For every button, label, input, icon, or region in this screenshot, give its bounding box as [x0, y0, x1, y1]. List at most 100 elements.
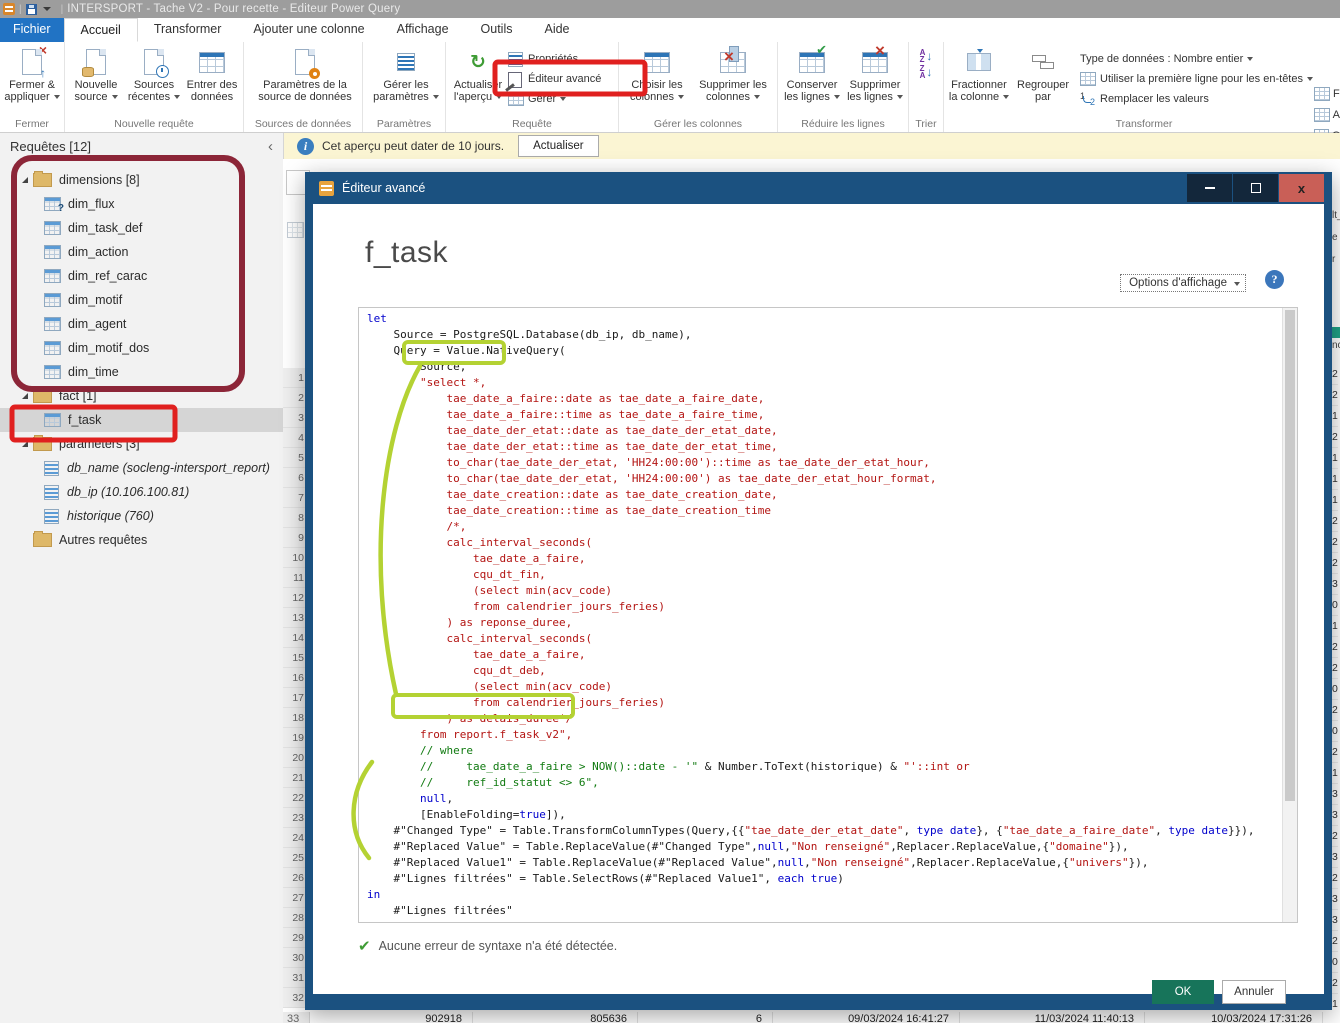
sidebar-item-label: dim_motif_dos	[68, 341, 149, 355]
scrollbar-thumb[interactable]	[1285, 310, 1295, 801]
keep-rows-button[interactable]: ✔ Conserver les lignes	[780, 45, 844, 103]
table-right-sliver: lt_ernc 22121112223012202021332323320213	[1332, 200, 1340, 1012]
enter-data-button[interactable]: Entrer des données	[183, 45, 241, 103]
save-icon[interactable]	[26, 4, 37, 15]
expanded-caret-icon[interactable]	[22, 177, 28, 183]
merge-queries-icon[interactable]	[1314, 87, 1330, 101]
sidebar-item-dim_motif[interactable]: dim_motif	[0, 288, 283, 312]
sidebar-item-dim_agent[interactable]: dim_agent	[0, 312, 283, 336]
close-button[interactable]: x	[1279, 174, 1324, 202]
append-queries-icon[interactable]	[1314, 108, 1330, 122]
choose-columns-button[interactable]: Choisir les colonnes	[621, 45, 693, 103]
sidebar-item-dim_task_def[interactable]: dim_task_def	[0, 216, 283, 240]
m-code-editor[interactable]: let Source = PostgreSQL.Database(db_ip, …	[358, 307, 1298, 923]
remove-columns-button[interactable]: × Supprimer les colonnes	[693, 45, 773, 103]
help-icon[interactable]: ?	[1265, 270, 1284, 289]
sidebar-item-dim_time[interactable]: dim_time	[0, 360, 283, 384]
sidebar-item-Autres[interactable]: Autres requêtes	[0, 528, 283, 552]
folder-icon	[33, 389, 52, 403]
sidebar-item-dim_action[interactable]: dim_action	[0, 240, 283, 264]
tab-aide[interactable]: Aide	[528, 18, 585, 42]
sidebar-item-f_task[interactable]: f_task	[0, 408, 283, 432]
tab-ajouter-une-colonne[interactable]: Ajouter une colonne	[237, 18, 380, 42]
code-line: // ref_id_statut <> 6",	[367, 775, 1283, 791]
data-source-settings-button[interactable]: Paramètres de la source de données	[252, 45, 358, 103]
group-by-button[interactable]: Regrouper par	[1012, 45, 1074, 103]
row-number: 22	[283, 788, 305, 808]
dialog-title-bar[interactable]: Éditeur avancé x	[313, 172, 1324, 204]
code-line: (select min(acv_code)	[367, 583, 1283, 599]
refresh-preview-infobar-button[interactable]: Actualiser	[518, 135, 599, 157]
sidebar-item-parameters[interactable]: parameters [3]	[0, 432, 283, 456]
remove-rows-button[interactable]: × Supprimer les lignes	[844, 45, 906, 103]
tab-fichier[interactable]: Fichier	[0, 18, 64, 42]
expanded-caret-icon[interactable]	[22, 441, 28, 447]
sidebar-item-fact[interactable]: fact [1]	[0, 384, 283, 408]
tab-outils[interactable]: Outils	[465, 18, 529, 42]
ok-button[interactable]: OK	[1152, 980, 1214, 1004]
sidebar-item-dimensions[interactable]: dimensions [8]	[0, 168, 283, 192]
chevron-down-icon	[754, 95, 760, 99]
code-line: calc_interval_seconds(	[367, 631, 1283, 647]
sidebar-item-dim_flux[interactable]: ?dim_flux	[0, 192, 283, 216]
editor-scrollbar[interactable]	[1282, 308, 1297, 922]
code-line: tae_date_creation::date as tae_date_crea…	[367, 487, 1283, 503]
row-number: 13	[283, 608, 305, 628]
refresh-icon: ↻	[470, 53, 486, 72]
first-row-headers-button[interactable]: Utiliser la première ligne pour les en-t…	[1080, 69, 1313, 89]
select-all-corner-icon[interactable]	[287, 222, 304, 238]
code-line: to_char(tae_date_der_etat, 'HH24:00:00')…	[367, 455, 1283, 471]
keep-rows-icon: ✔	[799, 52, 825, 73]
row-number: 25	[283, 848, 305, 868]
refresh-preview-button[interactable]: ↻ Actualiser l'aperçu	[448, 45, 508, 103]
code-line: #"Lignes filtrées"	[367, 903, 1283, 919]
tab-transformer[interactable]: Transformer	[138, 18, 238, 42]
cell-value-fragment: 3	[1332, 805, 1338, 826]
table-cell: 09/03/2024 16:41:27	[773, 1012, 960, 1023]
sort-descending-button[interactable]: ZA ↓	[920, 64, 933, 80]
manage-button[interactable]: Gérer	[508, 89, 601, 109]
expanded-caret-icon[interactable]	[22, 393, 28, 399]
quick-access-caret-icon[interactable]	[43, 7, 51, 11]
code-line: tae_date_der_etat::date as tae_date_der_…	[367, 423, 1283, 439]
code-line: from calendrier_jours_feries)	[367, 695, 1283, 711]
code-line: Source = PostgreSQL.Database(db_ip, db_n…	[367, 327, 1283, 343]
cancel-button[interactable]: Annuler	[1222, 980, 1286, 1004]
properties-button[interactable]: Propriétés	[508, 49, 601, 69]
display-options-dropdown[interactable]: Options d'affichage	[1120, 274, 1246, 292]
row-number: 20	[283, 748, 305, 768]
tab-accueil[interactable]: Accueil	[64, 18, 138, 42]
row-number: 12	[283, 588, 305, 608]
sidebar-item-dim_motif_dos[interactable]: dim_motif_dos	[0, 336, 283, 360]
tab-affichage[interactable]: Affichage	[381, 18, 465, 42]
replace-values-button[interactable]: 12 Remplacer les valeurs	[1080, 89, 1313, 109]
sidebar-item-db_ip[interactable]: db_ip (10.106.100.81)	[0, 480, 283, 504]
code-line: // where	[367, 743, 1283, 759]
cell-value-fragment: 1	[1332, 994, 1338, 1012]
data-type-button[interactable]: Type de données : Nombre entier	[1080, 49, 1313, 69]
row-number: 16	[283, 668, 305, 688]
close-apply-button[interactable]: ×↑ Fermer & appliquer	[2, 45, 62, 103]
row-number: 15	[283, 648, 305, 668]
sidebar-item-label: dim_time	[68, 365, 119, 379]
new-source-button[interactable]: Nouvelle source	[67, 45, 125, 103]
sidebar-item-historique[interactable]: historique (760)	[0, 504, 283, 528]
cell-value-fragment: 2	[1332, 427, 1338, 448]
sort-ascending-button[interactable]: AZ ↓	[920, 48, 933, 64]
power-query-editor-window: { "window": { "title": "INTERSPORT - Tac…	[0, 0, 1340, 1023]
maximize-button[interactable]	[1233, 174, 1278, 202]
sidebar-item-dim_ref_carac[interactable]: dim_ref_carac	[0, 264, 283, 288]
row-number: 4	[283, 428, 305, 448]
sidebar-item-label: dimensions [8]	[59, 173, 140, 187]
recent-sources-button[interactable]: Sources récentes	[125, 45, 183, 103]
collapse-pane-icon[interactable]: ‹	[268, 141, 273, 153]
advanced-editor-dialog: Éditeur avancé x f_task Options d'affich…	[305, 172, 1332, 1010]
advanced-editor-button[interactable]: Éditeur avancé	[508, 69, 601, 89]
minimize-button[interactable]	[1187, 174, 1232, 202]
manage-parameters-button[interactable]: Gérer les paramètres	[369, 45, 443, 103]
table-query-icon	[44, 269, 61, 283]
table-cell: 805636	[473, 1012, 638, 1023]
sidebar-item-db_name[interactable]: db_name (socleng-intersport_report)	[0, 456, 283, 480]
split-column-button[interactable]: Fractionner la colonne	[946, 45, 1012, 103]
cell-value-fragment: 3	[1332, 574, 1338, 595]
